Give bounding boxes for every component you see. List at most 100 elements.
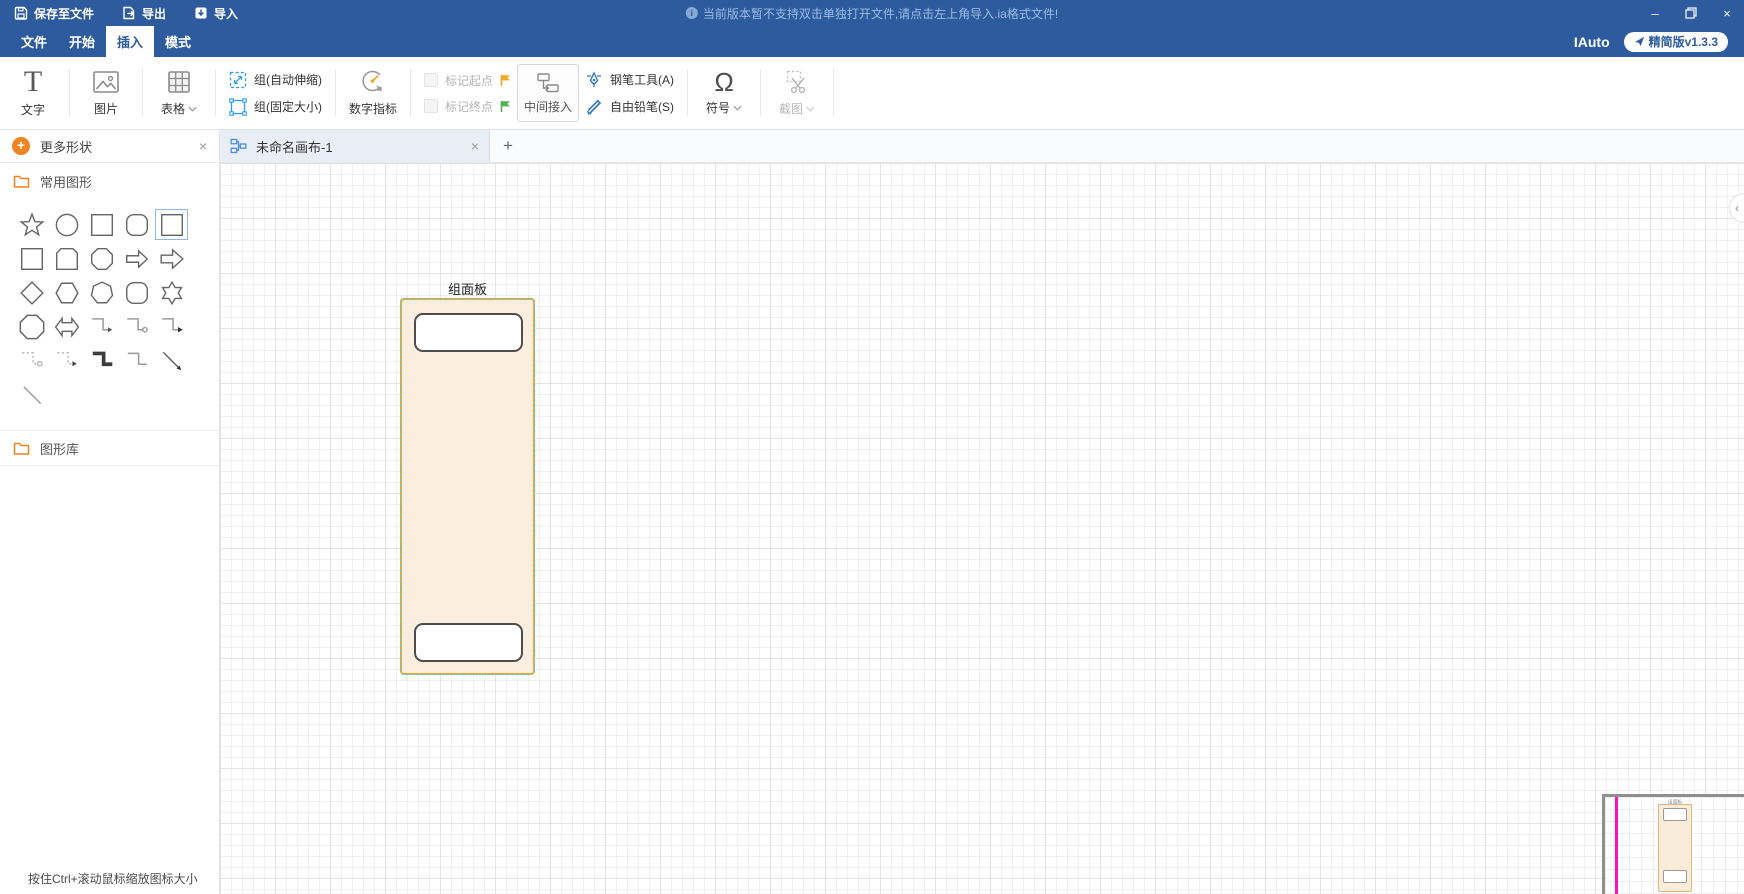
canvas-tab[interactable]: 未命名画布-1 × <box>220 130 490 162</box>
minimap-slot-top <box>1663 808 1687 821</box>
table-label: 表格 <box>160 102 185 116</box>
insert-text-button[interactable]: T 文字 <box>4 67 62 118</box>
common-shapes-label: 常用图形 <box>40 174 93 190</box>
canvas-tabbar: 未命名画布-1 × + <box>220 130 1744 163</box>
screenshot-icon <box>784 69 810 95</box>
import-icon <box>194 6 208 20</box>
shape-heptagon[interactable] <box>85 277 118 308</box>
minimap-group-shape <box>1658 804 1692 892</box>
mark-tools: 标记起点 标记终点 <box>418 72 517 115</box>
shape-hexagon[interactable] <box>50 277 83 308</box>
mark-end-checkbox[interactable]: 标记终点 <box>424 98 511 115</box>
panel-slot-top[interactable] <box>414 313 523 352</box>
menubar: 文件 开始 插入 模式 IAuto 精简版v1.3.3 <box>0 26 1744 57</box>
shape-elbow-dashed-circle[interactable] <box>15 345 48 376</box>
numeric-indicator-icon <box>360 69 386 95</box>
mark-start-label: 标记起点 <box>445 73 494 88</box>
chevron-down-icon <box>733 105 742 111</box>
menu-tab-开始[interactable]: 开始 <box>58 26 106 57</box>
shape-elbow-arrow[interactable] <box>85 311 118 342</box>
toolbar-divider <box>142 69 143 117</box>
shape-grid <box>0 199 219 416</box>
shape-octagon[interactable] <box>85 243 118 274</box>
shape-rounded-square[interactable] <box>120 277 153 308</box>
restore-button[interactable] <box>1684 6 1698 20</box>
save-to-file-button[interactable]: 保存至文件 <box>14 5 94 22</box>
group-fixed-button[interactable]: 组(固定大小) <box>229 97 322 116</box>
shape-chamfer-square[interactable] <box>50 243 83 274</box>
menu-tab-插入[interactable]: 插入 <box>106 26 154 57</box>
middle-access-icon <box>535 71 561 95</box>
drawing-canvas[interactable]: 组面板 ‹ 组面板 <box>220 163 1744 894</box>
version-badge[interactable]: 精简版v1.3.3 <box>1623 31 1728 52</box>
menu-tab-文件[interactable]: 文件 <box>10 26 58 57</box>
group-auto-button[interactable]: 组(自动伸缩) <box>229 71 322 89</box>
titlebar: 保存至文件 导出 导入 i 当前版本暂不支持双击单独打开文件,请点击左上角导入.… <box>0 0 1744 26</box>
numeric-indicator-label: 数字指标 <box>349 102 398 116</box>
checkbox-icon <box>424 73 439 87</box>
more-shapes-label: 更多形状 <box>40 139 93 155</box>
shape-arrow-right[interactable] <box>120 243 153 274</box>
sidebar-close-button[interactable]: × <box>199 138 207 154</box>
shape-rounded-square[interactable] <box>120 209 153 240</box>
shape-square[interactable] <box>85 209 118 240</box>
canvas-tab-title: 未命名画布-1 <box>256 139 333 155</box>
shape-library-label: 图形库 <box>40 441 80 457</box>
insert-image-button[interactable]: 图片 <box>77 69 135 117</box>
end-flag-icon <box>500 100 511 113</box>
shape-elbow-arrow-solid[interactable] <box>155 311 188 342</box>
mark-start-checkbox[interactable]: 标记起点 <box>424 72 511 89</box>
shape-elbow-thick[interactable] <box>85 345 118 376</box>
toolbar-divider <box>833 69 835 117</box>
shape-diamond[interactable] <box>15 277 48 308</box>
screenshot-label: 截图 <box>779 102 804 116</box>
export-label: 导出 <box>142 6 167 21</box>
shape-circle[interactable] <box>50 209 83 240</box>
shape-elbow-dashed-arrow[interactable] <box>50 345 83 376</box>
pen-tool-button[interactable]: 钢笔工具(A) <box>585 70 675 89</box>
pen-tool-label: 钢笔工具(A) <box>610 73 675 87</box>
middle-access-label: 中间接入 <box>524 100 573 114</box>
shape-line[interactable] <box>15 379 48 410</box>
screenshot-button[interactable]: 截图 <box>768 69 826 117</box>
minimize-button[interactable]: – <box>1648 6 1662 21</box>
shape-library-section[interactable]: 图形库 <box>0 430 219 466</box>
toolbar-divider <box>335 69 336 117</box>
shape-elbow-plain[interactable] <box>120 345 153 376</box>
shape-star-5[interactable] <box>15 209 48 240</box>
minimap[interactable]: 组面板 <box>1602 794 1744 894</box>
shape-arrow-right-bold[interactable] <box>155 243 188 274</box>
menu-tab-模式[interactable]: 模式 <box>154 26 202 57</box>
table-icon <box>166 69 192 95</box>
shape-elbow-circle[interactable] <box>120 311 153 342</box>
common-shapes-section[interactable]: 常用图形 <box>0 163 219 199</box>
shape-star-6[interactable] <box>155 277 188 308</box>
add-canvas-button[interactable]: + <box>490 130 526 162</box>
close-button[interactable]: × <box>1720 6 1734 21</box>
canvas-tab-close[interactable]: × <box>471 138 479 154</box>
toolbar-divider <box>410 69 412 117</box>
shape-double-arrow[interactable] <box>50 311 83 342</box>
import-button[interactable]: 导入 <box>194 5 238 22</box>
shape-octagon-large[interactable] <box>15 311 48 342</box>
more-shapes-icon[interactable]: + <box>12 137 30 155</box>
image-label: 图片 <box>93 102 118 116</box>
export-button[interactable]: 导出 <box>122 5 166 22</box>
insert-table-button[interactable]: 表格 <box>150 69 208 117</box>
shape-line-arrow[interactable] <box>155 345 188 376</box>
text-tool-label: 文字 <box>20 103 45 117</box>
shape-square-selected[interactable] <box>155 209 188 240</box>
group-panel-shape[interactable] <box>400 298 535 675</box>
export-icon <box>122 6 136 20</box>
titlebar-notice: i 当前版本暂不支持双击单独打开文件,请点击左上角导入.ia格式文件! <box>685 5 1058 22</box>
middle-access-button[interactable]: 中间接入 <box>517 64 580 122</box>
chevron-down-icon <box>188 106 197 112</box>
panel-slot-bottom[interactable] <box>414 623 523 662</box>
numeric-indicator-button[interactable]: 数字指标 <box>343 69 403 117</box>
free-pencil-button[interactable]: 自由铅笔(S) <box>585 98 674 116</box>
shape-square[interactable] <box>15 243 48 274</box>
right-panel-collapse-handle[interactable]: ‹ <box>1729 193 1744 223</box>
brand-text: IAuto <box>1573 33 1610 50</box>
group-auto-label: 组(自动伸缩) <box>254 73 322 87</box>
symbol-button[interactable]: Ω 符号 <box>695 69 753 116</box>
